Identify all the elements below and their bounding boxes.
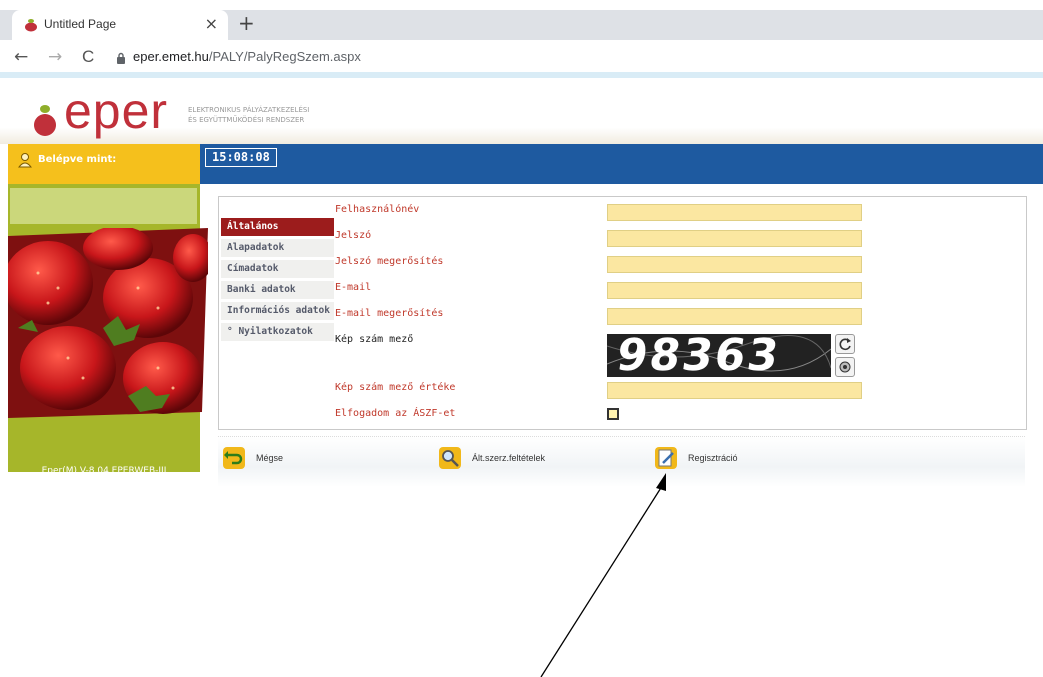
tab-nyilatkozatok[interactable]: ° Nyilatkozatok	[221, 323, 334, 341]
email-confirm-field[interactable]	[607, 308, 862, 325]
favicon-icon	[25, 19, 37, 32]
tab-banki-adatok[interactable]: Banki adatok	[221, 281, 334, 299]
strawberries-image	[8, 228, 208, 418]
logo-subtitle-line1: ELEKTRONIKUS PÁLYÁZATKEZELÉSI	[188, 106, 310, 114]
accept-terms-checkbox[interactable]	[607, 408, 619, 420]
captcha-label: Kép szám mező	[335, 334, 414, 345]
url-path: /PALY/PalyRegSzem.aspx	[208, 49, 361, 64]
tab-informacios-adatok[interactable]: Információs adatok	[221, 302, 334, 320]
registration-panel: Általános Alapadatok Címadatok Banki ada…	[218, 196, 1027, 430]
user-icon	[17, 153, 33, 168]
url-host: eper.emet.hu	[133, 49, 209, 64]
address-bar[interactable]: eper.emet.hu/PALY/PalyRegSzem.aspx	[133, 49, 361, 64]
section-nav: Általános Alapadatok Címadatok Banki ada…	[221, 218, 334, 344]
captcha-image: 98363	[607, 334, 831, 377]
edit-document-icon	[655, 447, 677, 469]
tab-title: Untitled Page	[44, 17, 117, 31]
accept-terms-label: Elfogadom az ÁSZF-et	[335, 408, 456, 419]
refresh-captcha-button[interactable]	[835, 334, 855, 354]
action-bar: Mégse Ált.szerz.feltételek Regisztráció	[218, 436, 1025, 487]
password-confirm-field[interactable]	[607, 256, 862, 273]
username-field[interactable]	[607, 204, 862, 221]
captcha-input-field[interactable]	[607, 382, 862, 399]
browser-toolbar: ← → C eper.emet.hu/PALY/PalyRegSzem.aspx	[0, 44, 1043, 72]
password-confirm-label: Jelszó megerősítés	[335, 256, 444, 267]
logo-text: eper	[64, 83, 169, 139]
forward-icon[interactable]: →	[48, 47, 62, 67]
cancel-label: Mégse	[256, 453, 284, 463]
audio-captcha-button[interactable]	[835, 357, 855, 377]
version-label: Eper(M) V-8.04 EPERWEB-III	[41, 466, 167, 476]
top-bar: 15:08:08	[200, 144, 1043, 184]
refresh-icon	[839, 338, 851, 351]
username-label: Felhasználónév	[335, 204, 420, 215]
tab-cimadatok[interactable]: Címadatok	[221, 260, 334, 278]
clock: 15:08:08	[205, 148, 277, 167]
user-panel: Belépve mint:	[8, 144, 200, 184]
email-label: E-mail	[335, 282, 372, 293]
terms-label: Ált.szerz.feltételek	[472, 453, 546, 463]
site-header: eper ELEKTRONIKUS PÁLYÁZATKEZELÉSI ÉS EG…	[0, 78, 1043, 144]
register-label: Regisztráció	[688, 453, 738, 463]
email-confirm-label: E-mail megerősítés	[335, 308, 444, 319]
browser-tabbar: Untitled Page × +	[0, 0, 1043, 44]
tab-close-icon[interactable]: ×	[205, 14, 218, 33]
reload-icon[interactable]: C	[82, 47, 94, 67]
back-arrow-icon	[223, 447, 245, 469]
speaker-icon	[839, 361, 851, 373]
logo-subtitle: ELEKTRONIKUS PÁLYÁZATKEZELÉSI ÉS EGYÜTTM…	[188, 105, 309, 125]
new-tab-icon[interactable]: +	[238, 11, 255, 35]
captcha-input-label: Kép szám mező értéke	[335, 382, 456, 393]
tab-altalanos[interactable]: Általános	[221, 218, 334, 236]
password-label: Jelszó	[335, 230, 372, 241]
magnifier-icon	[439, 447, 461, 469]
browser-tab[interactable]: Untitled Page ×	[12, 10, 228, 40]
logo-subtitle-line2: ÉS EGYÜTTMŰKÖDÉSI RENDSZER	[188, 116, 305, 124]
lock-icon	[117, 52, 125, 64]
email-field[interactable]	[607, 282, 862, 299]
captcha-text: 98363	[613, 334, 784, 377]
strawberry-logo-icon	[34, 105, 56, 136]
tab-alapadatok[interactable]: Alapadatok	[221, 239, 334, 257]
user-name-box	[10, 188, 197, 224]
logged-in-label: Belépve mint:	[38, 154, 117, 165]
back-icon[interactable]: ←	[14, 47, 28, 67]
password-field[interactable]	[607, 230, 862, 247]
